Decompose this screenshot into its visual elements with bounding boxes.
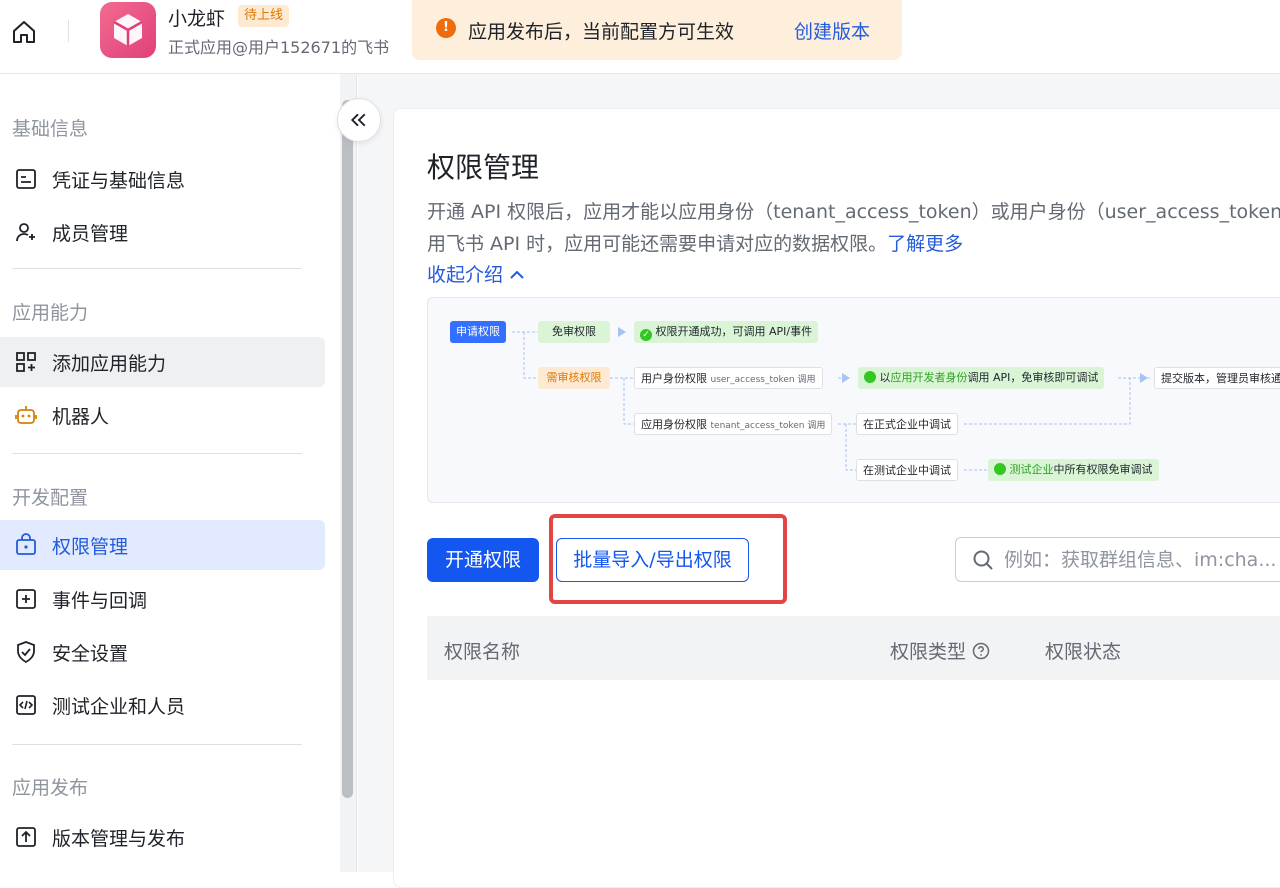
sidebar-item-credentials[interactable]: 凭证与基础信息 xyxy=(0,154,325,204)
flow-test-all-free: 测试企业中所有权限免审调试 xyxy=(988,459,1159,481)
description-text: 用飞书 API 时，应用可能还需要申请对应的数据权限。 xyxy=(427,233,888,255)
search-icon xyxy=(973,550,993,570)
sidebar-item-label: 安全设置 xyxy=(52,643,129,665)
divider xyxy=(68,20,69,42)
description-line: 开通 API 权限后，应用才能以应用身份（tenant_access_token… xyxy=(427,201,1280,223)
status-badge: 待上线 xyxy=(238,5,290,27)
sidebar-item-label: 版本管理与发布 xyxy=(52,828,186,850)
notice-text: 应用发布后，当前配置方可生效 xyxy=(468,21,735,43)
flow-submit-version: 提交版本，管理员审核通 xyxy=(1154,367,1280,389)
flow-test-debug: 在测试企业中调试 xyxy=(856,459,958,481)
sidebar-item-label: 凭证与基础信息 xyxy=(52,170,186,192)
dot-icon xyxy=(994,463,1006,475)
app-grid-add-icon xyxy=(16,352,36,372)
sidebar-item-add-capability[interactable]: 添加应用能力 xyxy=(0,337,325,387)
column-header-status: 权限状态 xyxy=(1045,641,1122,663)
help-circle-icon[interactable] xyxy=(972,642,990,660)
permission-search[interactable] xyxy=(955,537,1280,582)
flow-highlight: 应用开发者身份 xyxy=(890,371,968,384)
collapse-intro-label: 收起介绍 xyxy=(427,264,504,286)
flow-label: 应用身份权限 xyxy=(641,418,707,431)
sidebar-scrollbar-thumb[interactable] xyxy=(342,100,353,798)
app-logo xyxy=(100,2,156,58)
app-name: 小龙虾 xyxy=(168,8,226,30)
top-bar: 小龙虾 待上线 正式应用@用户152671的飞书 ! 应用发布后，当前配置方可生… xyxy=(0,0,1280,74)
flow-highlight: 测试企业 xyxy=(1009,463,1054,476)
chevron-up-icon xyxy=(510,270,524,279)
flow-apply-permission: 申请权限 xyxy=(450,321,506,343)
section-title: 应用能力 xyxy=(12,302,89,324)
flow-label: 调用 API，免审核即可调试 xyxy=(967,371,1099,384)
upload-version-icon xyxy=(16,827,36,847)
credential-icon xyxy=(16,169,36,189)
flow-review-permission: 需审核权限 xyxy=(538,367,610,389)
code-test-icon xyxy=(16,695,36,715)
sidebar-item-label: 事件与回调 xyxy=(52,590,148,612)
sidebar-item-label: 测试企业和人员 xyxy=(52,696,186,718)
sidebar-item-robot[interactable]: 机器人 xyxy=(0,390,325,440)
flow-token-note: tenant_access_token 调用 xyxy=(710,421,826,431)
description-line-2: 用飞书 API 时，应用可能还需要申请对应的数据权限。了解更多 xyxy=(427,228,1280,260)
search-input[interactable] xyxy=(1004,547,1280,573)
sidebar-item-test-enterprise[interactable]: 测试企业和人员 xyxy=(0,680,325,730)
sidebar-item-label: 成员管理 xyxy=(52,223,129,245)
section-title: 基础信息 xyxy=(12,118,89,140)
robot-icon xyxy=(15,406,37,424)
divider xyxy=(12,744,302,745)
warning-icon: ! xyxy=(436,18,456,38)
highlight-annotation-box xyxy=(549,514,787,604)
sidebar-item-members[interactable]: 成员管理 xyxy=(0,207,325,257)
sidebar-item-permissions[interactable]: 权限管理 xyxy=(0,520,325,570)
page-description: 开通 API 权限后，应用才能以应用身份（tenant_access_token… xyxy=(427,196,1280,260)
app-subtitle: 正式应用@用户152671的飞书 xyxy=(168,38,390,57)
event-plus-icon xyxy=(16,589,36,609)
flow-token-note: user_access_token 调用 xyxy=(710,375,816,385)
column-header-label: 权限类型 xyxy=(890,641,967,663)
sidebar-item-version-release[interactable]: 版本管理与发布 xyxy=(0,812,325,862)
flow-label: 以 xyxy=(879,371,891,384)
sidebar: 基础信息 凭证与基础信息 成员管理 应用能力 添加应用能力 机器人 开发配置 权… xyxy=(0,74,340,872)
page-title: 权限管理 xyxy=(427,151,540,184)
home-icon[interactable] xyxy=(10,18,38,46)
divider xyxy=(12,453,302,454)
divider xyxy=(12,268,302,269)
flow-user-permission: 用户身份权限 user_access_token 调用 xyxy=(634,367,823,389)
column-header-type: 权限类型 xyxy=(890,637,990,664)
notice-banner: ! 应用发布后，当前配置方可生效 创建版本 xyxy=(412,0,902,60)
flow-prod-debug: 在正式企业中调试 xyxy=(856,413,958,435)
sidebar-item-events[interactable]: 事件与回调 xyxy=(0,574,325,624)
cube-icon xyxy=(113,14,143,46)
double-chevron-left-icon xyxy=(350,113,366,127)
member-add-icon xyxy=(16,223,35,242)
flow-label: 中所有权限免审调试 xyxy=(1053,463,1153,476)
flow-free-permission: 免审权限 xyxy=(538,321,610,343)
enable-permission-button[interactable]: 开通权限 xyxy=(427,538,539,582)
table-header: 权限名称 权限类型 权限状态 xyxy=(427,616,1280,680)
sidebar-item-label: 机器人 xyxy=(52,406,110,428)
collapse-sidebar-button[interactable] xyxy=(337,98,381,142)
learn-more-link[interactable]: 了解更多 xyxy=(887,233,963,255)
sidebar-item-label: 权限管理 xyxy=(52,536,129,558)
flow-label: 权限开通成功，可调用 API/事件 xyxy=(655,325,813,338)
flow-dev-identity: 以应用开发者身份调用 API，免审核即可调试 xyxy=(858,367,1105,389)
permission-flow-diagram: 申请权限 免审权限 ✓ 权限开通成功，可调用 API/事件 需审核权限 用户身份… xyxy=(427,297,1280,503)
column-header-name: 权限名称 xyxy=(444,641,521,663)
section-title: 应用发布 xyxy=(12,777,89,799)
permission-lock-icon xyxy=(16,533,36,555)
section-title: 开发配置 xyxy=(12,487,89,509)
sidebar-item-label: 添加应用能力 xyxy=(52,353,167,375)
collapse-intro-toggle[interactable]: 收起介绍 xyxy=(427,260,525,287)
flow-free-result: ✓ 权限开通成功，可调用 API/事件 xyxy=(634,321,819,343)
sidebar-item-security[interactable]: 安全设置 xyxy=(0,627,325,677)
dot-icon xyxy=(864,371,876,383)
flow-label: 用户身份权限 xyxy=(641,372,707,385)
flow-app-permission: 应用身份权限 tenant_access_token 调用 xyxy=(634,413,833,435)
shield-check-icon xyxy=(17,641,35,664)
check-circle-icon: ✓ xyxy=(640,329,652,341)
create-version-link[interactable]: 创建版本 xyxy=(794,17,870,44)
